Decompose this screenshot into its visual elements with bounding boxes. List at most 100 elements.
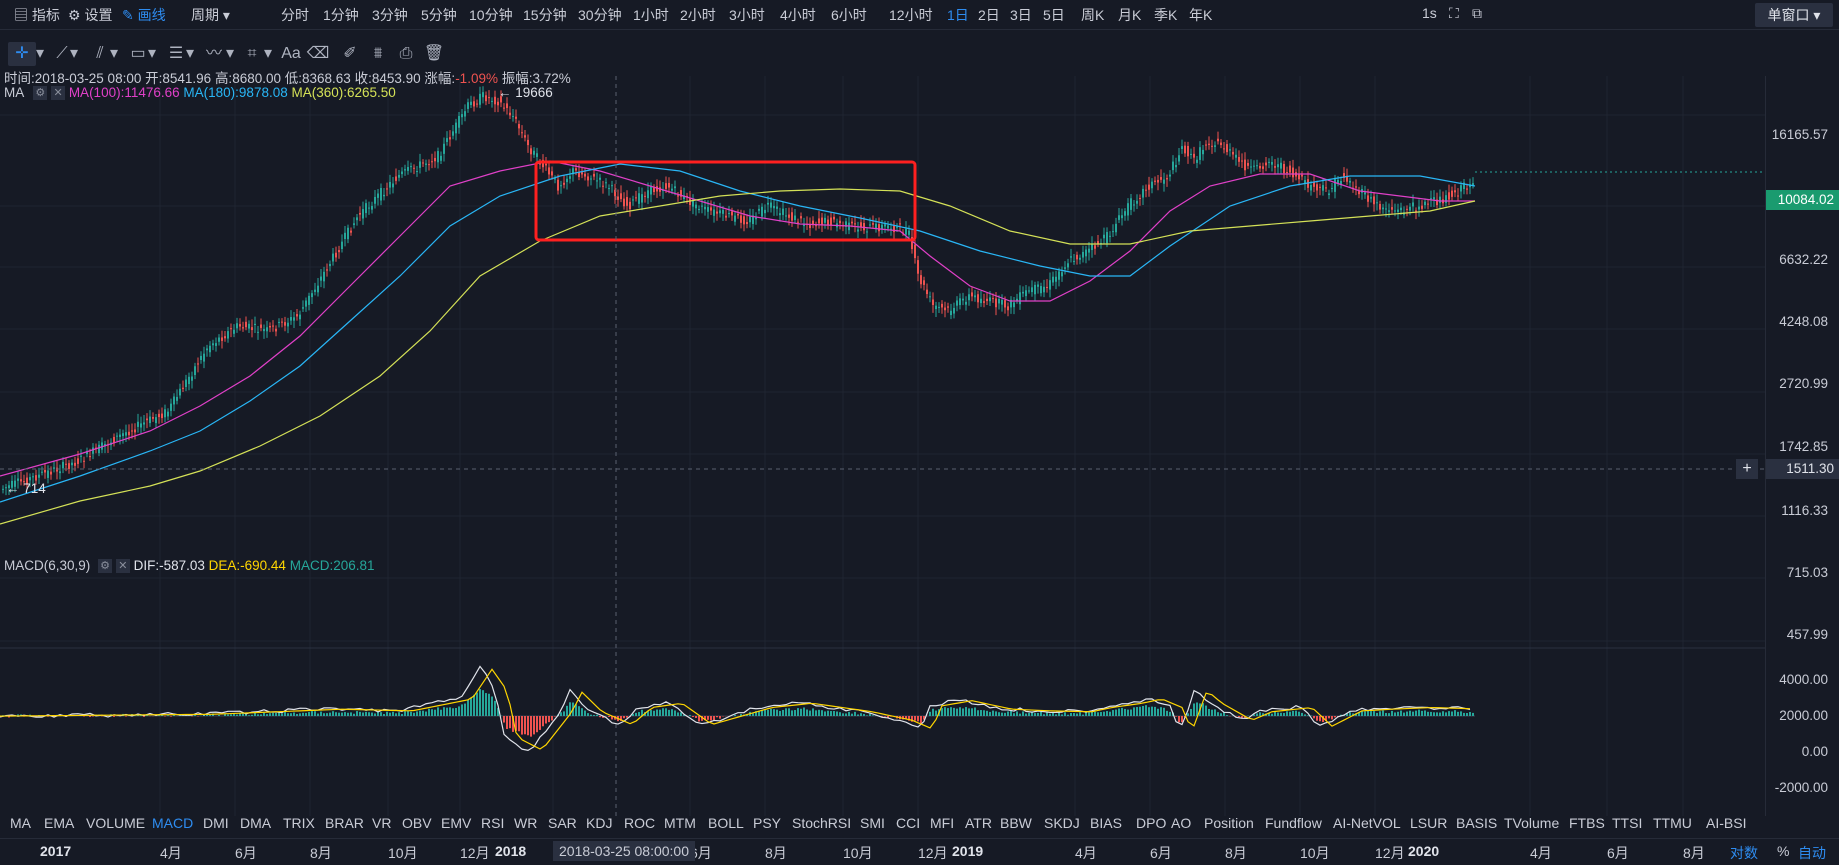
- interval-label[interactable]: 1s: [1422, 5, 1437, 21]
- macd-bar: [1367, 711, 1369, 716]
- period-option[interactable]: 5日: [1043, 5, 1065, 25]
- window-mode-dropdown[interactable]: 单窗口 ▾: [1755, 3, 1833, 27]
- period-option[interactable]: 30分钟: [578, 5, 622, 25]
- indicator-tab[interactable]: KDJ: [586, 815, 612, 831]
- period-option[interactable]: 周K: [1081, 5, 1104, 25]
- indicator-tab[interactable]: CCI: [896, 815, 920, 831]
- price-chart-svg[interactable]: [0, 76, 1765, 816]
- chevron-down-icon[interactable]: ▾: [146, 42, 158, 66]
- indicator-tab[interactable]: BRAR: [325, 815, 364, 831]
- popout-icon[interactable]: ⧉: [1472, 5, 1482, 22]
- period-option[interactable]: 2日: [978, 5, 1000, 25]
- indicator-tab[interactable]: PSY: [753, 815, 781, 831]
- indicator-tab[interactable]: TRIX: [283, 815, 315, 831]
- indicator-tab[interactable]: MTM: [664, 815, 696, 831]
- time-axis[interactable]: 8月6月4月202012月10月8月6月4月201912月10月8月6月2018…: [0, 838, 1839, 865]
- period-option[interactable]: 月K: [1118, 5, 1141, 25]
- add-alert-icon[interactable]: +: [1736, 459, 1758, 479]
- chart-area[interactable]: 时间:2018-03-25 08:00 开:8541.96 高:8680.00 …: [0, 76, 1765, 816]
- indicator-tab[interactable]: Fundflow: [1265, 815, 1322, 831]
- period-option[interactable]: 分时: [281, 5, 309, 25]
- indicator-tab[interactable]: MACD: [152, 815, 193, 831]
- indicator-tab[interactable]: AO: [1171, 815, 1191, 831]
- indicator-tab[interactable]: VOLUME: [86, 815, 145, 831]
- indicator-tab[interactable]: TTMU: [1653, 815, 1692, 831]
- crosshair-icon[interactable]: ✛: [8, 42, 36, 66]
- chevron-down-icon[interactable]: ▾: [262, 42, 274, 66]
- settings-button[interactable]: ⚙ 设置: [68, 5, 112, 25]
- period-dropdown[interactable]: 周期 ▾: [191, 5, 230, 25]
- macd-bar: [1304, 714, 1306, 716]
- indicator-tab[interactable]: AI-NetVOL: [1333, 815, 1401, 831]
- period-option[interactable]: 1日: [947, 5, 969, 25]
- candle-body: [308, 296, 310, 305]
- indicator-tab[interactable]: EMV: [441, 815, 471, 831]
- period-option[interactable]: 5分钟: [421, 5, 457, 25]
- indicator-tab[interactable]: MA: [10, 815, 31, 831]
- fullscreen-icon[interactable]: ⛶: [1449, 5, 1459, 22]
- period-option[interactable]: 3分钟: [372, 5, 408, 25]
- indicator-tab[interactable]: SMI: [860, 815, 885, 831]
- period-option[interactable]: 年K: [1189, 5, 1212, 25]
- period-option[interactable]: 3小时: [729, 5, 765, 25]
- period-option[interactable]: 季K: [1154, 5, 1177, 25]
- indicator-tab[interactable]: OBV: [402, 815, 432, 831]
- pattern-icon[interactable]: ⩩: [364, 42, 392, 66]
- indicator-tab[interactable]: EMA: [44, 815, 74, 831]
- indicator-tab[interactable]: SKDJ: [1044, 815, 1080, 831]
- text-tool-icon[interactable]: Aa: [277, 42, 305, 66]
- indicator-button[interactable]: ▤ 指标: [14, 5, 60, 25]
- indicator-tab[interactable]: DMA: [240, 815, 271, 831]
- indicator-tab[interactable]: ATR: [965, 815, 992, 831]
- indicator-tab[interactable]: TVolume: [1504, 815, 1559, 831]
- indicator-tab[interactable]: DPO: [1136, 815, 1166, 831]
- macd-bar: [365, 712, 367, 716]
- trash-icon[interactable]: 🗑: [420, 42, 448, 66]
- indicator-tab[interactable]: RSI: [481, 815, 504, 831]
- period-option[interactable]: 6小时: [831, 5, 867, 25]
- period-option[interactable]: 3日: [1010, 5, 1032, 25]
- indicator-tab[interactable]: BOLL: [708, 815, 744, 831]
- indicator-tab[interactable]: ROC: [624, 815, 655, 831]
- auto-scale-toggle[interactable]: 自动: [1798, 843, 1826, 863]
- candle-body: [365, 203, 367, 213]
- close-icon[interactable]: ✕: [51, 86, 65, 100]
- candle-body: [200, 356, 202, 360]
- indicator-tab[interactable]: BBW: [1000, 815, 1032, 831]
- price-axis[interactable]: 16165.57 6632.22 4248.08 2720.99 1742.85…: [1765, 76, 1839, 816]
- period-option[interactable]: 15分钟: [523, 5, 567, 25]
- percent-scale-toggle[interactable]: %: [1777, 843, 1789, 859]
- log-scale-toggle[interactable]: 对数: [1730, 843, 1758, 863]
- period-option[interactable]: 1分钟: [323, 5, 359, 25]
- brush-icon[interactable]: ✐: [336, 42, 364, 66]
- indicator-tab[interactable]: DMI: [203, 815, 229, 831]
- gear-icon[interactable]: ⚙: [33, 86, 47, 100]
- indicator-tab[interactable]: FTBS: [1569, 815, 1605, 831]
- period-option[interactable]: 4小时: [780, 5, 816, 25]
- chevron-down-icon[interactable]: ▾: [184, 42, 196, 66]
- chevron-down-icon[interactable]: ▾: [224, 42, 236, 66]
- indicator-tab[interactable]: BIAS: [1090, 815, 1122, 831]
- indicator-tab[interactable]: AI-BSI: [1706, 815, 1746, 831]
- lock-icon[interactable]: ⎙: [392, 42, 420, 66]
- indicator-tab[interactable]: VR: [372, 815, 391, 831]
- indicator-tab[interactable]: StochRSI: [792, 815, 851, 831]
- indicator-tab[interactable]: SAR: [548, 815, 577, 831]
- period-option[interactable]: 10分钟: [469, 5, 513, 25]
- chevron-down-icon[interactable]: ▾: [68, 42, 80, 66]
- period-option[interactable]: 12小时: [889, 5, 933, 25]
- indicator-tab[interactable]: BASIS: [1456, 815, 1497, 831]
- chevron-down-icon[interactable]: ▾: [108, 42, 120, 66]
- chevron-down-icon[interactable]: ▾: [34, 42, 46, 66]
- indicator-tab[interactable]: Position: [1204, 815, 1254, 831]
- eraser-icon[interactable]: ⌫: [304, 42, 332, 66]
- draw-button[interactable]: ✎ 画线: [122, 5, 166, 25]
- indicator-tab[interactable]: TTSI: [1612, 815, 1642, 831]
- indicator-tab[interactable]: LSUR: [1410, 815, 1447, 831]
- gear-icon[interactable]: ⚙: [98, 559, 112, 573]
- period-option[interactable]: 2小时: [680, 5, 716, 25]
- indicator-tab[interactable]: MFI: [930, 815, 954, 831]
- period-option[interactable]: 1小时: [633, 5, 669, 25]
- close-icon[interactable]: ✕: [116, 559, 130, 573]
- indicator-tab[interactable]: WR: [514, 815, 537, 831]
